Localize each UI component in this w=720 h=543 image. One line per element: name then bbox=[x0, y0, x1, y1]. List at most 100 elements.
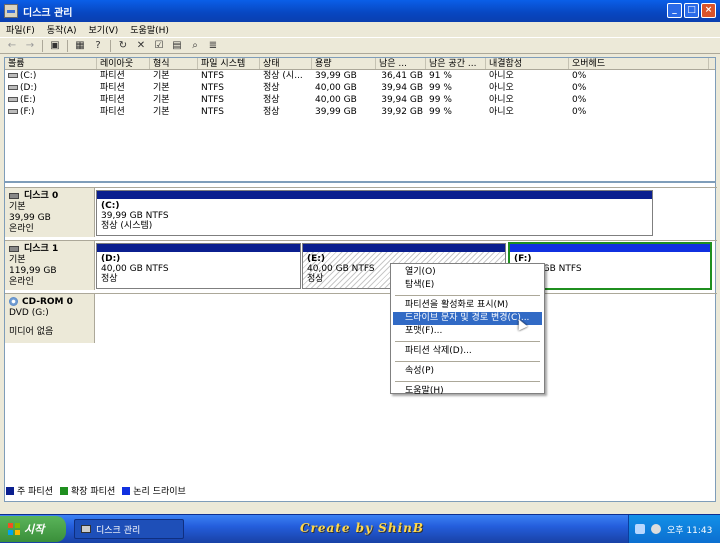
table-row[interactable]: (C:) 파티션 기본 NTFS 정상 (시... 39,99 GB 36,41… bbox=[5, 70, 715, 82]
cell-filesystem: NTFS bbox=[201, 95, 224, 105]
extended-partition-swatch bbox=[59, 486, 68, 495]
col-type[interactable]: 형식 bbox=[150, 58, 198, 69]
col-free-percent[interactable]: 남은 공간 ... bbox=[426, 58, 486, 69]
brand-text: Create by ShinB bbox=[300, 521, 424, 535]
toolbar-separator bbox=[67, 39, 68, 52]
cell-status: 정상 (시... bbox=[263, 71, 303, 81]
cell-overhead: 0% bbox=[572, 107, 587, 117]
legend-label: 확장 파티션 bbox=[70, 487, 116, 497]
partition-c[interactable]: (C:) 39,99 GB NTFS 정상 (시스템) bbox=[96, 190, 653, 236]
disk-size: 119,99 GB bbox=[9, 266, 57, 276]
col-overhead[interactable]: 오버헤드 bbox=[569, 58, 709, 69]
search-icon[interactable]: ⌕ bbox=[189, 40, 201, 52]
toolbar-separator bbox=[110, 39, 111, 52]
table-row[interactable]: (E:) 파티션 기본 NTFS 정상 40,00 GB 39,94 GB 99… bbox=[5, 94, 715, 106]
partition-status: 정상 (시스템) bbox=[101, 221, 153, 231]
start-button[interactable]: 시작 bbox=[0, 516, 66, 542]
menu-item-explore[interactable]: 탐색(E) bbox=[393, 279, 542, 292]
primary-partition-swatch bbox=[6, 486, 14, 495]
menu-item-open[interactable]: 열기(O) bbox=[393, 266, 542, 279]
cell-fault-tolerance: 아니오 bbox=[489, 95, 514, 105]
cell-layout: 파티션 bbox=[100, 95, 125, 105]
open-icon[interactable]: ▤ bbox=[171, 40, 183, 52]
disk-1-label[interactable]: 디스크 1 기본 119,99 GB 온라인 bbox=[5, 241, 95, 290]
cell-free-percent: 91 % bbox=[429, 71, 452, 81]
network-icon[interactable] bbox=[635, 524, 645, 534]
windows-logo-icon bbox=[8, 523, 20, 535]
drive-icon bbox=[8, 97, 18, 102]
col-layout[interactable]: 레이아웃 bbox=[97, 58, 150, 69]
menu-separator bbox=[395, 381, 540, 382]
minimize-button[interactable]: _ bbox=[667, 3, 682, 18]
volume-name: (F:) bbox=[20, 107, 35, 117]
menu-item-help[interactable]: 도움말(H) bbox=[393, 385, 542, 398]
cell-layout: 파티션 bbox=[100, 83, 125, 93]
help-icon[interactable]: ? bbox=[92, 40, 104, 52]
menu-view[interactable]: 보기(V) bbox=[89, 23, 119, 36]
menu-file[interactable]: 파일(F) bbox=[6, 23, 35, 36]
drive-icon bbox=[8, 109, 18, 114]
col-fault-tolerance[interactable]: 내결함성 bbox=[486, 58, 569, 69]
taskbar-item-disk-management[interactable]: 디스크 관리 bbox=[74, 519, 184, 539]
cell-free-percent: 99 % bbox=[429, 83, 452, 93]
task-label: 디스크 관리 bbox=[96, 525, 141, 536]
back-icon[interactable]: ← bbox=[6, 40, 18, 52]
logical-drive-swatch bbox=[122, 486, 131, 495]
cell-type: 기본 bbox=[153, 83, 170, 93]
cell-status: 정상 bbox=[263, 83, 280, 93]
col-filesystem[interactable]: 파일 시스템 bbox=[198, 58, 260, 69]
close-button[interactable]: × bbox=[701, 3, 716, 18]
col-status[interactable]: 상태 bbox=[260, 58, 312, 69]
disk-size: 39,99 GB bbox=[9, 213, 51, 223]
toolbar: ← → ▣ ▦ ? ↻ ✕ ☑ ▤ ⌕ ≣ bbox=[0, 38, 720, 54]
partition-d[interactable]: (D:) 40,00 GB NTFS 정상 bbox=[96, 243, 301, 289]
primary-partition-bar bbox=[97, 244, 300, 252]
primary-partition-bar bbox=[303, 244, 505, 252]
menu-item-properties[interactable]: 속성(P) bbox=[393, 365, 542, 378]
cell-status: 정상 bbox=[263, 95, 280, 105]
window-title: 디스크 관리 bbox=[23, 7, 73, 19]
disk-name: 디스크 1 bbox=[24, 244, 59, 254]
disk-0-label[interactable]: 디스크 0 기본 39,99 GB 온라인 bbox=[5, 188, 95, 237]
drive-icon bbox=[8, 85, 18, 90]
cell-free-percent: 99 % bbox=[429, 95, 452, 105]
properties-icon[interactable]: ▦ bbox=[74, 40, 86, 52]
partition-status: 정상 bbox=[101, 274, 118, 284]
cell-overhead: 0% bbox=[572, 95, 587, 105]
cell-capacity: 39,99 GB bbox=[315, 107, 357, 117]
disk-management-icon bbox=[81, 525, 91, 533]
cell-overhead: 0% bbox=[572, 71, 587, 81]
menu-bar: 파일(F) 동작(A) 보기(V) 도움말(H) bbox=[0, 22, 720, 38]
volume-icon[interactable] bbox=[651, 524, 661, 534]
menu-separator bbox=[395, 361, 540, 362]
console-icon[interactable]: ▣ bbox=[49, 40, 61, 52]
legend-label: 주 파티션 bbox=[17, 487, 53, 497]
taskbar: 시작 디스크 관리 Create by ShinB 오후 11:43 bbox=[0, 514, 720, 543]
cdrom-label[interactable]: CD-ROM 0 DVD (G:) 미디어 없음 bbox=[5, 294, 95, 343]
check-icon[interactable]: ☑ bbox=[153, 40, 165, 52]
maximize-button[interactable]: □ bbox=[684, 3, 699, 18]
legend: 주 파티션 확장 파티션 논리 드라이브 bbox=[6, 484, 186, 497]
clock[interactable]: 오후 11:43 bbox=[667, 523, 712, 536]
menu-item-delete-partition[interactable]: 파티션 삭제(D)... bbox=[393, 345, 542, 358]
system-tray: 오후 11:43 bbox=[628, 515, 720, 543]
forward-icon[interactable]: → bbox=[24, 40, 36, 52]
delete-icon[interactable]: ✕ bbox=[135, 40, 147, 52]
title-bar: 디스크 관리 _ □ × bbox=[0, 0, 720, 22]
menu-item-mark-active[interactable]: 파티션을 활성화로 표시(M) bbox=[393, 299, 542, 312]
table-row[interactable]: (F:) 파티션 기본 NTFS 정상 39,99 GB 39,92 GB 99… bbox=[5, 106, 715, 118]
table-row[interactable]: (D:) 파티션 기본 NTFS 정상 40,00 GB 39,94 GB 99… bbox=[5, 82, 715, 94]
col-volume[interactable]: 볼륨 bbox=[5, 58, 97, 69]
cell-free: 39,92 GB bbox=[381, 107, 423, 117]
col-capacity[interactable]: 용량 bbox=[312, 58, 376, 69]
list-icon[interactable]: ≣ bbox=[207, 40, 219, 52]
disk-type: 기본 bbox=[9, 255, 26, 265]
menu-action[interactable]: 동작(A) bbox=[47, 23, 77, 36]
connect-icon[interactable]: ↻ bbox=[117, 40, 129, 52]
toolbar-separator bbox=[42, 39, 43, 52]
disk-row: 디스크 1 기본 119,99 GB 온라인 (D:) 40,00 GB NTF… bbox=[5, 240, 717, 290]
disk-map: 디스크 0 기본 39,99 GB 온라인 (C:) 39,99 GB NTFS… bbox=[4, 182, 717, 502]
cell-free-percent: 99 % bbox=[429, 107, 452, 117]
menu-help[interactable]: 도움말(H) bbox=[130, 23, 169, 36]
col-free[interactable]: 남은 ... bbox=[376, 58, 426, 69]
